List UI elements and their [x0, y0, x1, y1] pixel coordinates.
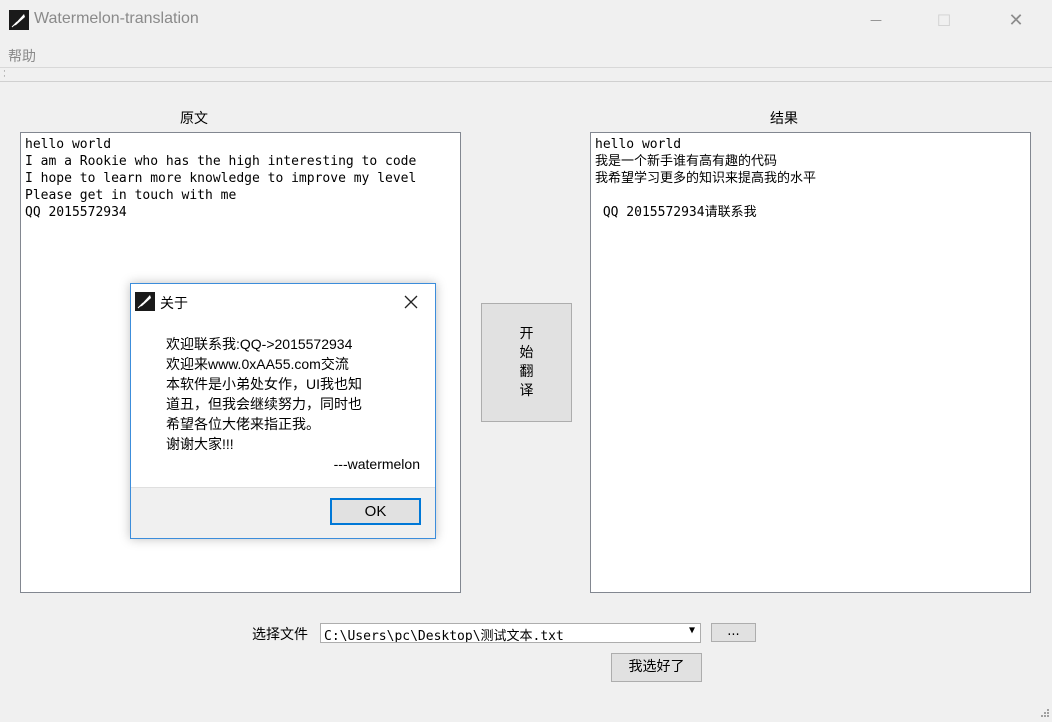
dialog-line: 道丑，但我会继续努力，同时也 [166, 396, 362, 412]
translate-button-label: 开始翻译 [519, 325, 534, 399]
toolbar-grip-icon[interactable]: · · [3, 68, 6, 82]
dialog-line: 欢迎联系我:QQ->2015572934 [166, 336, 353, 352]
dialog-footer: OK [131, 487, 435, 538]
browse-button[interactable]: ... [711, 623, 756, 642]
dialog-signature: ---watermelon [333, 456, 420, 472]
file-label: 选择文件 [252, 627, 308, 643]
close-icon [404, 295, 418, 309]
source-label: 原文 [180, 111, 208, 127]
maximize-button[interactable]: ☐ [921, 0, 967, 40]
about-dialog: 关于 欢迎联系我:QQ->2015572934 欢迎来www.0xAA55.co… [130, 283, 436, 539]
translate-button[interactable]: 开始翻译 [481, 303, 572, 422]
close-icon: ✕ [1008, 9, 1024, 31]
dialog-message: 欢迎联系我:QQ->2015572934 欢迎来www.0xAA55.com交流… [166, 334, 420, 474]
menu-item-help[interactable]: 帮助 [8, 46, 36, 66]
close-button[interactable]: ✕ [993, 0, 1039, 40]
result-text-area[interactable]: hello world 我是一个新手谁有高有趣的代码 我希望学习更多的知识来提高… [590, 132, 1031, 593]
dialog-title-bar[interactable]: 关于 [131, 284, 435, 318]
dialog-line: 本软件是小弟处女作，UI我也知 [166, 376, 362, 392]
dialog-title: 关于 [160, 296, 188, 312]
confirm-file-button[interactable]: 我选好了 [611, 653, 702, 682]
dialog-close-button[interactable] [396, 289, 426, 315]
dialog-line: 欢迎来www.0xAA55.com交流 [166, 356, 349, 372]
chevron-down-icon[interactable]: ▼ [689, 625, 695, 636]
maximize-icon: ☐ [936, 10, 952, 30]
menu-bar: 帮助 [0, 40, 1052, 68]
ok-button[interactable]: OK [330, 498, 421, 525]
minimize-icon: — [870, 13, 882, 27]
title-bar[interactable]: Watermelon-translation — ☐ ✕ [0, 0, 1052, 40]
minimize-button[interactable]: — [853, 0, 899, 40]
feather-icon [9, 10, 29, 30]
file-path-value: C:\Users\pc\Desktop\测试文本.txt [324, 629, 564, 643]
feather-icon [135, 292, 155, 311]
result-label: 结果 [770, 111, 798, 127]
file-path-combobox[interactable]: C:\Users\pc\Desktop\测试文本.txt ▼ [320, 623, 701, 643]
dialog-line: 谢谢大家!!! [166, 436, 234, 452]
resize-grip-icon[interactable] [1038, 708, 1050, 720]
toolbar-strip: · · [0, 68, 1052, 82]
window-title: Watermelon-translation [34, 10, 199, 27]
dialog-line: 希望各位大佬来指正我。 [166, 416, 320, 432]
